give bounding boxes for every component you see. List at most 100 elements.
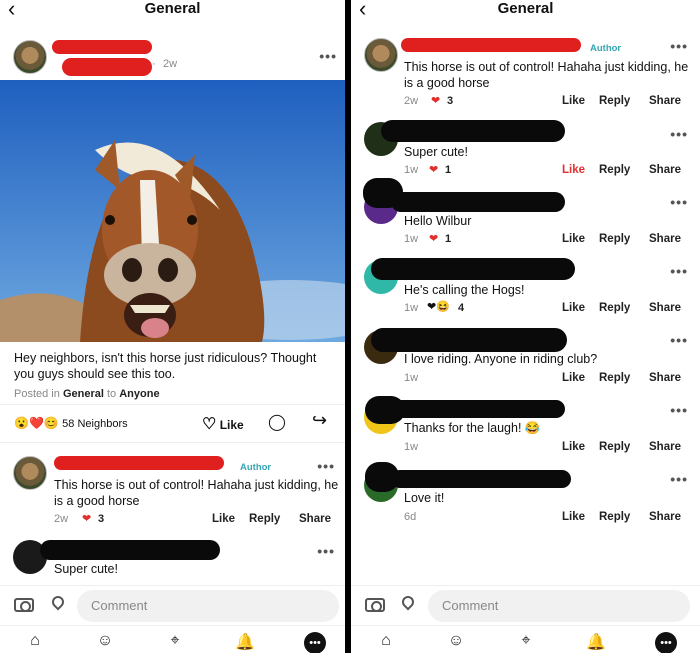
audience-link[interactable]: Anyone	[119, 388, 159, 400]
avatar[interactable]	[364, 38, 398, 72]
like-button[interactable]: Like	[562, 95, 585, 107]
heart-icon: ❤	[429, 164, 439, 176]
redacted-name	[371, 258, 575, 280]
comment-text: This horse is out of control! Hahaha jus…	[54, 478, 339, 508]
left-screen: ‹ General · 2w ••• Hey neighbors, isn't …	[0, 0, 345, 653]
like-button[interactable]: Like	[212, 513, 235, 525]
post-meta: Posted in General to Anyone	[14, 388, 160, 400]
like-button[interactable]: ♡ Like	[202, 414, 244, 434]
page-title: General	[497, 0, 554, 17]
like-count: 4	[458, 302, 465, 314]
comment-text: I love riding. Anyone in riding club?	[404, 352, 598, 366]
like-button[interactable]: Like	[562, 511, 585, 523]
reactions-summary[interactable]: 😮❤️😊 58 Neighbors	[14, 416, 128, 430]
reply-button[interactable]: Reply	[599, 95, 630, 107]
heart-icon: ❤	[431, 95, 441, 107]
comment-text: Super cute!	[54, 562, 118, 576]
like-button[interactable]: Like	[562, 164, 585, 176]
heart-outline-icon: ♡	[202, 416, 217, 433]
camera-icon[interactable]	[14, 598, 34, 612]
camera-icon[interactable]	[365, 598, 385, 612]
location-icon[interactable]	[49, 593, 67, 611]
reply-button[interactable]: Reply	[599, 302, 630, 314]
share-button[interactable]: Share	[649, 233, 681, 245]
comment-time: 2w	[404, 95, 419, 107]
like-count: 3	[447, 95, 454, 107]
bottom-nav: ⌂ ☺ ⌖ 🔔 •••	[351, 625, 700, 653]
share-button[interactable]: Share	[649, 441, 681, 453]
author-tag: Author	[590, 43, 622, 54]
more-options-icon[interactable]: •••	[317, 543, 335, 559]
for-sale-icon[interactable]: ⌖	[515, 632, 537, 653]
more-options-icon[interactable]: •••	[670, 126, 688, 142]
redacted-name	[40, 540, 220, 560]
redacted-name	[391, 400, 565, 418]
more-options-icon[interactable]: •••	[319, 48, 337, 64]
reply-button[interactable]: Reply	[599, 511, 630, 523]
reply-button[interactable]: Reply	[249, 513, 280, 525]
like-count: 1	[445, 164, 452, 176]
more-options-icon[interactable]: •••	[670, 194, 688, 210]
more-options-icon[interactable]: •••	[670, 38, 688, 54]
more-menu-icon[interactable]: •••	[304, 632, 326, 653]
right-screen: ‹ General Author ••• This horse is out o…	[351, 0, 700, 653]
like-count: 1	[445, 233, 452, 245]
like-button[interactable]: Like	[562, 441, 585, 453]
for-sale-icon[interactable]: ⌖	[164, 632, 186, 653]
location-icon[interactable]	[399, 593, 417, 611]
page-title: General	[144, 0, 201, 17]
more-options-icon[interactable]: •••	[670, 402, 688, 418]
reply-button[interactable]: Reply	[599, 372, 630, 384]
comment-time: 1w	[404, 164, 419, 176]
share-button[interactable]: Share	[299, 513, 331, 525]
share-icon[interactable]: ↪	[312, 410, 327, 431]
comment-input[interactable]: Comment	[77, 590, 339, 622]
reply-button[interactable]: Reply	[599, 441, 630, 453]
avatar[interactable]	[13, 456, 47, 490]
share-button[interactable]: Share	[649, 164, 681, 176]
comment-input[interactable]: Comment	[428, 590, 690, 622]
comment-composer: Comment	[0, 585, 345, 625]
comment-time: 6d	[404, 511, 417, 523]
post-image[interactable]	[0, 80, 345, 342]
comment-text: He's calling the Hogs!	[404, 283, 525, 297]
divider	[0, 442, 345, 443]
reply-button[interactable]: Reply	[599, 233, 630, 245]
share-button[interactable]: Share	[649, 302, 681, 314]
comment-time: 2w	[54, 513, 69, 525]
share-button[interactable]: Share	[649, 511, 681, 523]
more-options-icon[interactable]: •••	[670, 332, 688, 348]
like-button[interactable]: Like	[562, 302, 585, 314]
share-button[interactable]: Share	[649, 95, 681, 107]
more-options-icon[interactable]: •••	[670, 471, 688, 487]
notifications-icon[interactable]: 🔔	[234, 632, 256, 653]
reply-button[interactable]: Reply	[599, 164, 630, 176]
comment-icon[interactable]: ◯	[268, 412, 286, 432]
comment-text: Love it!	[404, 491, 445, 505]
home-icon[interactable]: ⌂	[24, 632, 46, 653]
like-count: 3	[98, 513, 105, 525]
comment-text: Hello Wilbur	[404, 214, 472, 228]
top-bar: ‹ General	[351, 0, 700, 22]
dot-separator: ·	[152, 58, 156, 70]
notifications-icon[interactable]: 🔔	[585, 632, 607, 653]
share-button[interactable]: Share	[649, 372, 681, 384]
group-link[interactable]: General	[63, 388, 104, 400]
home-icon[interactable]: ⌂	[375, 632, 397, 653]
comment-composer: Comment	[351, 585, 700, 625]
post-time: 2w	[163, 58, 178, 70]
post-body: Hey neighbors, isn't this horse just rid…	[14, 351, 317, 381]
redacted-name	[381, 120, 565, 142]
like-button[interactable]: Like	[562, 372, 585, 384]
neighbors-icon[interactable]: ☺	[445, 632, 467, 653]
redacted-name	[62, 58, 152, 76]
neighbors-icon[interactable]: ☺	[94, 632, 116, 653]
more-options-icon[interactable]: •••	[670, 263, 688, 279]
more-options-icon[interactable]: •••	[317, 458, 335, 474]
reaction-icons: 😮❤️😊	[14, 416, 59, 430]
redacted-name	[391, 192, 565, 212]
avatar[interactable]	[13, 40, 47, 74]
more-menu-icon[interactable]: •••	[655, 632, 677, 653]
comment-time: 1w	[404, 302, 419, 314]
like-button[interactable]: Like	[562, 233, 585, 245]
